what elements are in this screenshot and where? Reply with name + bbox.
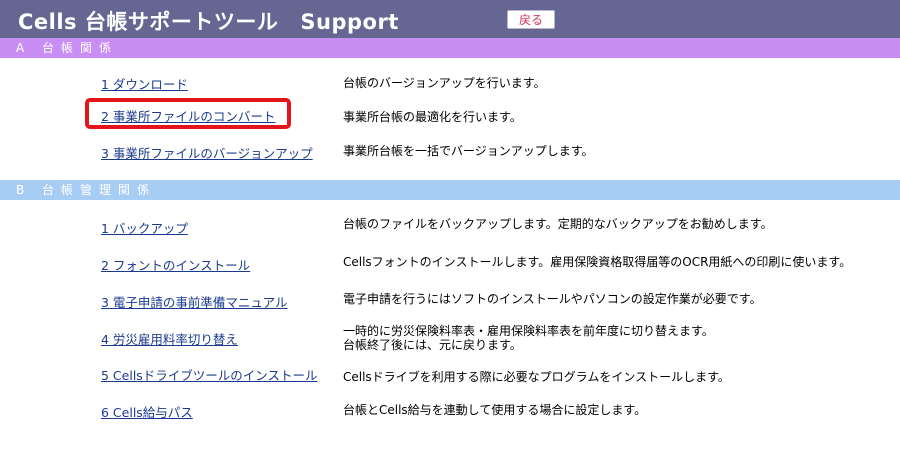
section-header-b: B 台帳管理関係 xyxy=(0,180,900,200)
title-bar: Cells 台帳サポートツール Support 戻る xyxy=(0,0,900,38)
desc-office-file-convert: 事業所台帳の最適化を行います。 xyxy=(343,110,522,124)
app-title-brand: Cells xyxy=(18,10,78,34)
link-rate-switch[interactable]: 4 労災雇用料率切り替え xyxy=(101,329,238,348)
link-cells-drive-tool-install[interactable]: 5 Cellsドライブツールのインストール xyxy=(101,365,318,384)
desc-download: 台帳のバージョンアップを行います。 xyxy=(343,76,546,90)
desc-rate-switch-line2: 台帳終了後には、元に戻ります。 xyxy=(343,338,522,352)
app-title-suffix: Support xyxy=(300,10,399,34)
desc-cells-drive-tool-install: Cellsドライブを利用する際に必要なプログラムをインストールします。 xyxy=(343,370,730,384)
app-title-main: 台帳サポートツール xyxy=(84,10,279,34)
back-button[interactable]: 戻る xyxy=(507,10,555,29)
link-backup[interactable]: 1 バックアップ xyxy=(101,218,188,237)
desc-backup: 台帳のファイルをバックアップします。定期的なバックアップをお勧めします。 xyxy=(343,217,773,231)
highlight-box xyxy=(85,98,291,129)
link-font-install[interactable]: 2 フォントのインストール xyxy=(101,255,250,274)
app-title: Cells 台帳サポートツール Support xyxy=(18,6,399,36)
desc-e-application-manual: 電子申請を行うにはソフトのインストールやパソコンの設定作業が必要です。 xyxy=(343,292,762,306)
desc-font-install: Cellsフォントのインストールします。雇用保険資格取得届等のOCR用紙への印刷… xyxy=(343,255,852,269)
link-cells-payroll-path[interactable]: 6 Cells給与パス xyxy=(101,402,193,421)
desc-rate-switch: 一時的に労災保険料率表・雇用保険料率表を前年度に切り替えます。 台帳終了後には、… xyxy=(343,324,714,352)
link-e-application-manual[interactable]: 3 電子申請の事前準備マニュアル xyxy=(101,292,288,311)
desc-cells-payroll-path: 台帳とCells給与を連動して使用する場合に設定します。 xyxy=(343,403,647,417)
desc-rate-switch-line1: 一時的に労災保険料率表・雇用保険料率表を前年度に切り替えます。 xyxy=(343,324,714,338)
link-office-file-version-up[interactable]: 3 事業所ファイルのバージョンアップ xyxy=(101,143,313,162)
section-header-a: A 台帳関係 xyxy=(0,38,900,58)
link-download[interactable]: 1 ダウンロード xyxy=(101,74,188,93)
desc-office-file-version-up: 事業所台帳を一括でバージョンアップします。 xyxy=(343,144,594,158)
